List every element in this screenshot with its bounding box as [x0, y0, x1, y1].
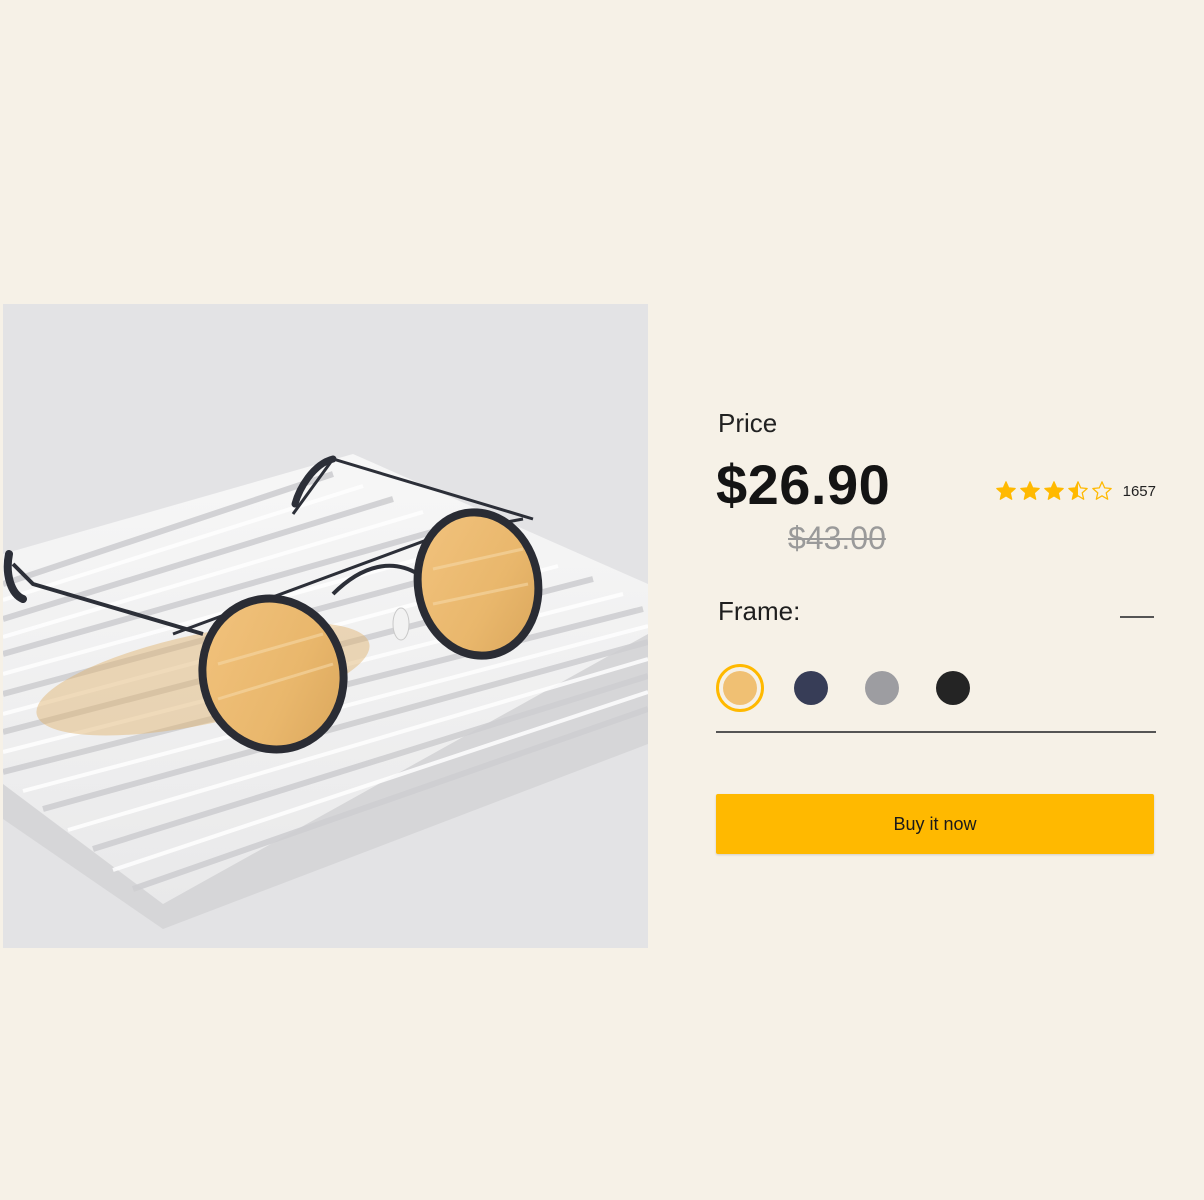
sunglasses-product-photo — [3, 304, 648, 948]
product-page: Price $26.90 $43.00 1657 Frame: Buy it n… — [0, 0, 1204, 1200]
frame-label: Frame: — [718, 596, 801, 626]
star-rating[interactable] — [995, 480, 1115, 502]
star-filled-icon[interactable] — [1019, 480, 1041, 502]
review-count: 1657 — [1122, 482, 1156, 500]
product-image — [3, 304, 648, 948]
swatch-amber[interactable] — [716, 664, 764, 712]
minus-icon[interactable] — [1120, 616, 1154, 618]
star-filled-icon[interactable] — [1043, 480, 1065, 502]
swatch-grey[interactable] — [865, 671, 899, 705]
divider — [716, 731, 1156, 733]
current-price: $26.90 — [716, 453, 891, 516]
frame-color-swatches — [716, 664, 1007, 712]
swatch-black[interactable] — [936, 671, 970, 705]
price-label: Price — [718, 408, 778, 438]
star-filled-icon[interactable] — [995, 480, 1017, 502]
swatch-navy[interactable] — [794, 671, 828, 705]
star-empty-icon[interactable] — [1091, 480, 1113, 502]
buy-it-now-button[interactable]: Buy it now — [716, 794, 1154, 854]
star-half-icon[interactable] — [1067, 480, 1089, 502]
original-price: $43.00 — [788, 520, 886, 556]
rating[interactable]: 1657 — [995, 480, 1156, 502]
